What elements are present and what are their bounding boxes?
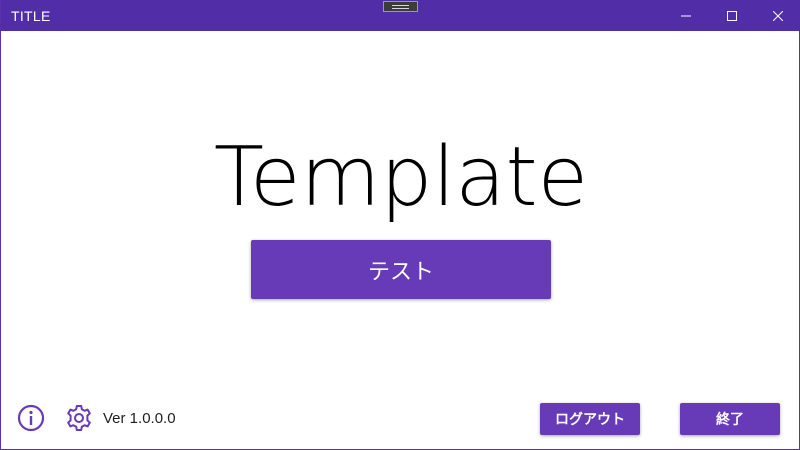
minimize-button[interactable]: [663, 0, 709, 31]
logout-button[interactable]: ログアウト: [540, 403, 640, 435]
page-title: Template: [213, 130, 589, 225]
version-label: Ver 1.0.0.0: [103, 410, 176, 427]
settings-button[interactable]: [65, 404, 93, 432]
gear-icon: [67, 405, 91, 431]
exit-button[interactable]: 終了: [680, 403, 780, 435]
info-icon: [17, 404, 45, 432]
maximize-icon: [727, 10, 737, 21]
close-icon: [773, 10, 783, 21]
test-button[interactable]: テスト: [251, 240, 551, 299]
minimize-icon: [681, 15, 691, 16]
app-window: TITLE Template テスト Ver 1.0.0.0 ログアウト 終了: [0, 0, 800, 450]
title-bar[interactable]: TITLE: [1, 0, 800, 31]
info-button[interactable]: [17, 404, 45, 432]
drag-handle-icon[interactable]: [383, 1, 418, 12]
maximize-button[interactable]: [709, 0, 755, 31]
close-button[interactable]: [755, 0, 800, 31]
window-title: TITLE: [11, 8, 51, 24]
